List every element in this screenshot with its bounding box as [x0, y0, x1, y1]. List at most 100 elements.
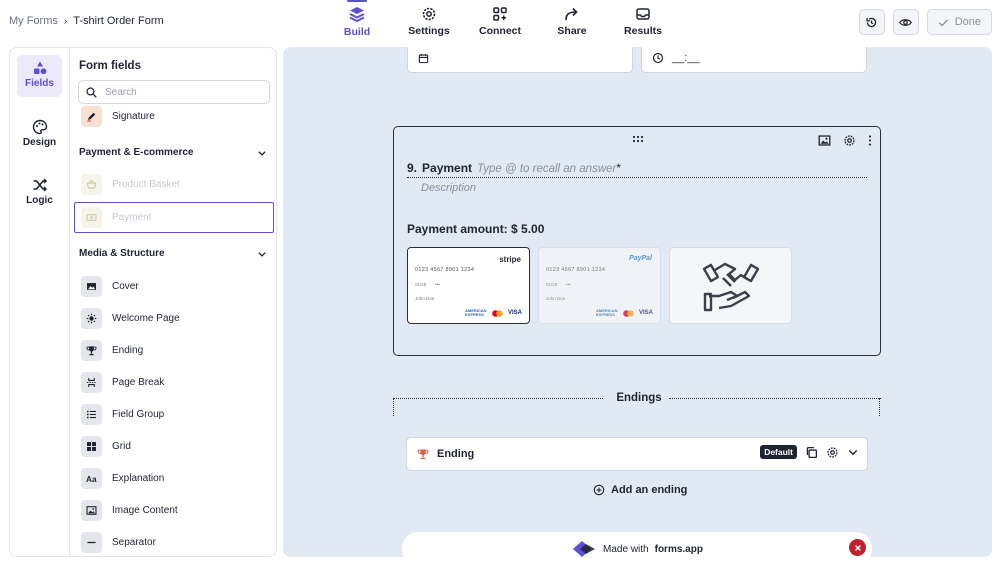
field-ending[interactable]: Ending — [81, 339, 143, 361]
image-icon[interactable] — [818, 134, 831, 147]
ending-actions: Default — [760, 445, 859, 459]
ending-title: Ending — [437, 448, 475, 460]
question-hint: Type @ to recall an answer — [477, 163, 617, 175]
text-size-icon: Aa — [81, 467, 102, 489]
tab-build[interactable]: Build — [325, 0, 389, 44]
plus-circle-icon — [593, 484, 605, 496]
field-cover[interactable]: Cover — [81, 275, 139, 297]
field-product-basket[interactable]: Product Basket — [81, 173, 180, 195]
mastercard-icon — [492, 309, 503, 317]
gear-icon[interactable] — [826, 446, 839, 459]
made-with-banner[interactable]: Made with forms.app — [402, 532, 872, 557]
add-ending-button[interactable]: Add an ending — [593, 484, 687, 496]
card-number: 0123 4567 8901 1234 — [415, 267, 475, 273]
rail-tab-fields-label: Fields — [25, 78, 54, 89]
title-underline — [407, 177, 867, 178]
payment-option-offline[interactable] — [669, 247, 792, 324]
card-logos: AMERICAN EXPRESS VISA — [596, 309, 653, 317]
rail-tab-design-label: Design — [22, 137, 57, 148]
amex-logo: AMERICAN EXPRESS — [595, 308, 618, 317]
rail-tab-fields[interactable]: Fields — [17, 55, 62, 97]
done-button-label: Done — [954, 16, 981, 28]
preview-button[interactable] — [892, 9, 919, 35]
field-grid[interactable]: Grid — [81, 435, 131, 457]
rail-tab-design[interactable]: Design — [17, 114, 62, 156]
field-field-group[interactable]: Field Group — [81, 403, 164, 425]
card-logos: AMERICAN EXPRESS VISA — [465, 309, 522, 317]
grid-icon — [81, 435, 102, 457]
visa-logo: VISA — [507, 310, 522, 316]
payment-question-card[interactable]: 9. Payment Type @ to recall an answer * D… — [393, 126, 881, 356]
close-icon — [854, 544, 861, 551]
question-title[interactable]: Payment — [422, 161, 472, 175]
payment-option-stripe[interactable]: stripe 0123 4567 8901 1234 01/28 ••• Joh… — [407, 247, 530, 324]
rail-tab-logic[interactable]: Logic — [17, 172, 62, 214]
more-vertical-icon[interactable] — [868, 134, 872, 147]
field-image-content[interactable]: Image Content — [81, 499, 178, 521]
payment-amount: Payment amount: $ 5.00 — [407, 222, 545, 236]
ending-item[interactable]: Ending Default — [406, 437, 868, 471]
section-payment-ecommerce[interactable]: Payment & E-commerce — [79, 147, 267, 158]
field-signature-label: Signature — [112, 110, 155, 122]
checkmark-icon — [938, 18, 948, 26]
top-actions: Done — [858, 9, 992, 35]
card-cvc: ••• — [566, 282, 571, 287]
card-holder-name: John Doe — [546, 296, 566, 301]
endings-separator: Endings — [391, 392, 883, 416]
eye-icon — [899, 18, 913, 26]
default-badge: Default — [760, 445, 797, 459]
question-description[interactable]: Description — [421, 182, 476, 194]
card-details-row: 01/28 ••• — [415, 282, 440, 287]
form-canvas: __:__ 9. Payment Type @ to recall an ans… — [283, 47, 992, 557]
pen-icon — [81, 105, 102, 127]
question-number: 9. — [407, 161, 418, 175]
tab-results[interactable]: Results — [611, 4, 675, 44]
field-image-content-label: Image Content — [112, 504, 178, 516]
date-input[interactable] — [407, 47, 633, 73]
tab-settings[interactable]: Settings — [397, 4, 461, 44]
share-arrow-icon — [565, 7, 578, 21]
add-ending-label: Add an ending — [611, 484, 688, 496]
card-details-row: 01/28 ••• — [546, 282, 571, 287]
chevron-down-icon — [258, 251, 266, 257]
tab-connect[interactable]: Connect — [468, 4, 532, 44]
drag-handle-icon[interactable] — [632, 135, 644, 143]
tab-results-label: Results — [624, 25, 662, 37]
cover-image-icon — [81, 275, 102, 297]
trophy-icon — [81, 339, 102, 361]
main-nav: Build Settings Connect Share Results — [0, 0, 1000, 44]
field-explanation[interactable]: Aa Explanation — [81, 467, 164, 489]
search-input[interactable] — [105, 86, 255, 98]
field-welcome-page[interactable]: Welcome Page — [81, 307, 180, 329]
field-signature[interactable]: Signature — [81, 105, 155, 127]
rail-tab-logic-label: Logic — [26, 195, 53, 206]
question-title-row[interactable]: 9. Payment Type @ to recall an answer * — [407, 161, 621, 175]
card-expiry: 01/28 — [415, 282, 427, 287]
required-asterisk: * — [616, 161, 622, 175]
field-page-break-label: Page Break — [112, 376, 165, 388]
field-page-break[interactable]: Page Break — [81, 371, 164, 393]
section-media-structure[interactable]: Media & Structure — [79, 248, 267, 259]
duplicate-icon[interactable] — [805, 446, 818, 459]
rail-tabs: Fields Design Logic — [10, 48, 70, 556]
close-banner-button[interactable] — [849, 539, 866, 556]
tab-share[interactable]: Share — [540, 4, 604, 44]
svg-text:Aa: Aa — [86, 474, 97, 483]
field-payment[interactable]: Payment — [81, 206, 151, 228]
field-field-group-label: Field Group — [112, 408, 165, 420]
gear-icon[interactable] — [843, 134, 856, 147]
list-icon — [81, 403, 102, 425]
field-ending-label: Ending — [112, 344, 144, 356]
field-separator[interactable]: Separator — [81, 531, 156, 553]
gear-icon — [422, 7, 436, 21]
separator-line-vertical-left — [393, 398, 394, 416]
chevron-down-icon[interactable] — [847, 446, 859, 458]
amex-logo: AMERICAN EXPRESS — [464, 308, 487, 317]
history-button[interactable] — [858, 9, 885, 35]
image-icon — [81, 499, 102, 521]
field-grid-label: Grid — [112, 440, 131, 452]
done-button[interactable]: Done — [926, 9, 992, 35]
time-input[interactable]: __:__ — [641, 47, 867, 73]
forms-app-logo-icon — [573, 541, 596, 557]
payment-option-paypal[interactable]: PayPal 0123 4567 8901 1234 01/28 ••• Joh… — [538, 247, 661, 324]
